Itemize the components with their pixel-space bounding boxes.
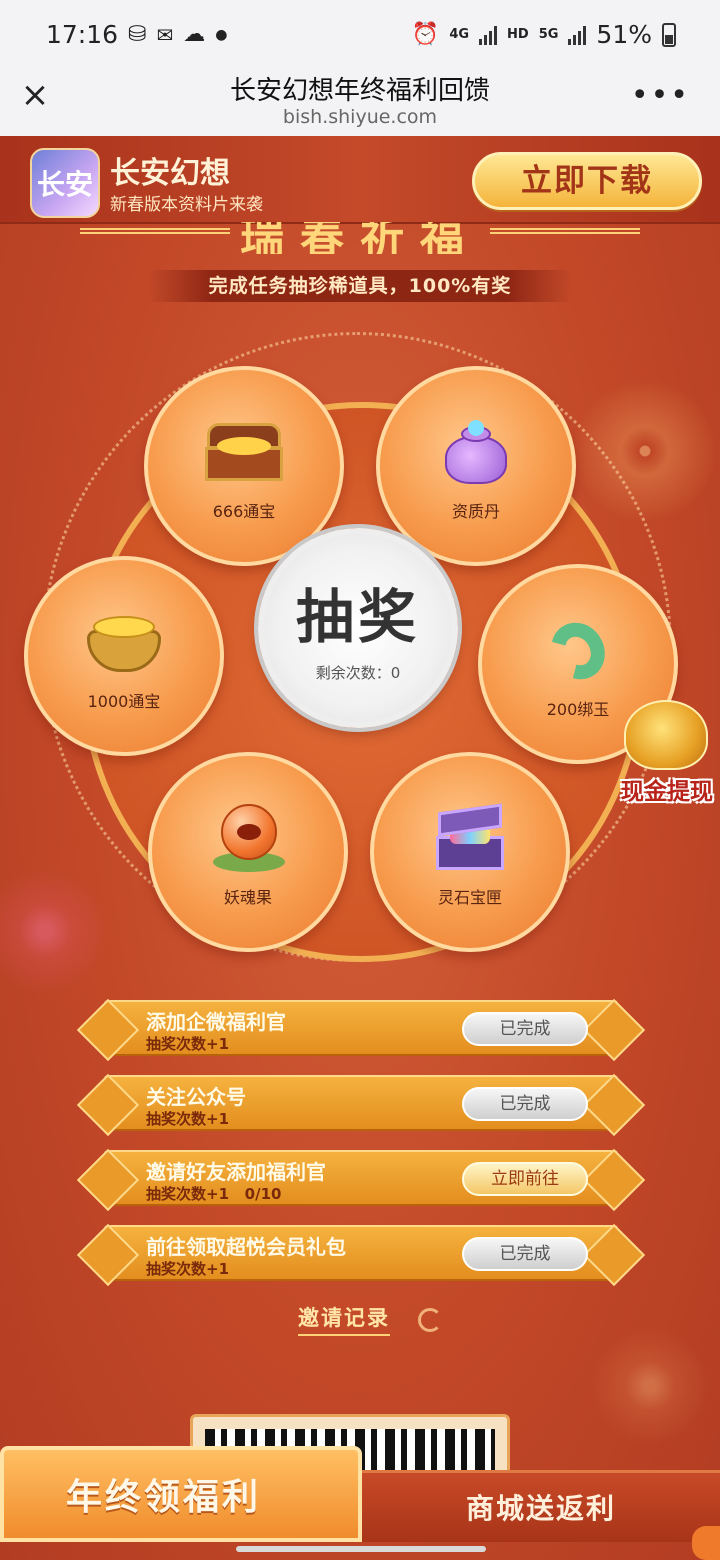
gold-pot-icon: [81, 608, 167, 678]
task-reward: 抽奖次数+1: [146, 1260, 230, 1278]
floating-badge-icon[interactable]: [692, 1526, 720, 1560]
treasure-chest-icon: [201, 418, 287, 488]
task-row: 邀请好友添加福利官 抽奖次数+1 0/10 立即前往: [104, 1150, 618, 1206]
tab-mall-rebate[interactable]: 商城送返利: [362, 1470, 720, 1542]
draw-label: 抽奖: [295, 583, 420, 651]
task-row: 关注公众号 抽奖次数+1 已完成: [104, 1075, 618, 1131]
task-go-button[interactable]: 立即前往: [462, 1162, 588, 1196]
task-title: 邀请好友添加福利官: [146, 1160, 326, 1184]
browser-title-bar: × 长安幻想年终福利回馈 bish.shiyue.com •••: [0, 70, 720, 136]
task-title: 添加企微福利官: [146, 1010, 286, 1034]
prize-label: 妖魂果: [223, 888, 272, 907]
status-left: 17:16 ⛁ ✉ ☁ ●: [46, 20, 227, 49]
money-bag-icon: [624, 700, 708, 770]
task-title: 关注公众号: [146, 1085, 246, 1109]
cloud-icon: ☁: [183, 22, 206, 47]
task-completed-button[interactable]: 已完成: [462, 1087, 588, 1121]
prize-label: 666通宝: [212, 502, 276, 521]
close-icon[interactable]: ×: [20, 78, 50, 112]
cash-withdraw-label: 现金提现: [621, 778, 713, 805]
home-indicator[interactable]: [236, 1546, 486, 1552]
event-header-text: 瑞春祈福: [240, 222, 480, 254]
spirit-fruit-icon: [205, 804, 291, 874]
prize-label: 灵石宝匣: [437, 888, 502, 907]
refresh-icon[interactable]: [418, 1308, 442, 1332]
pill-bag-icon: [433, 418, 519, 488]
tab-year-end-benefits[interactable]: 年终领福利: [0, 1446, 362, 1542]
task-list: 添加企微福利官 抽奖次数+1 已完成 关注公众号 抽奖次数+1 已完成 邀请好友…: [104, 1000, 618, 1300]
signal-5g-icon: [568, 25, 587, 45]
network-5g-label: 5G: [538, 27, 559, 42]
prize-lingshi-baoxia[interactable]: 灵石宝匣: [370, 752, 570, 952]
download-button[interactable]: 立即下载: [472, 152, 702, 210]
prize-1000-tongbao[interactable]: 1000通宝: [24, 556, 224, 756]
app-name: 长安幻想: [110, 156, 230, 191]
app-icon: 长安: [30, 148, 100, 218]
jade-icon: [535, 612, 621, 690]
battery-percent: 51%: [596, 20, 652, 49]
clock: 17:16: [46, 20, 119, 49]
task-row: 前往领取超悦会员礼包 抽奖次数+1 已完成: [104, 1225, 618, 1281]
prize-label: 1000通宝: [87, 692, 161, 711]
app-download-banner: 长安 长安幻想 新春版本资料片来袭 立即下载: [0, 136, 720, 224]
remaining-draws: 剩余次数：0: [315, 664, 401, 682]
task-completed-button[interactable]: 已完成: [462, 1012, 588, 1046]
status-right: ⏰ 4G HD 5G 51%: [412, 20, 676, 49]
app-subtitle: 新春版本资料片来袭: [110, 195, 263, 215]
notification-icon: ✉: [156, 22, 174, 47]
battery-icon: [662, 22, 676, 47]
tab-label: 商城送返利: [466, 1492, 617, 1525]
prize-666-tongbao[interactable]: 666通宝: [144, 366, 344, 566]
status-bar: 17:16 ⛁ ✉ ☁ ● ⏰ 4G HD 5G 51%: [0, 0, 720, 70]
task-reward: 抽奖次数+1 0/10: [146, 1185, 282, 1203]
header-ornament-right: [490, 228, 640, 234]
draw-button[interactable]: 抽奖 剩余次数：0: [258, 528, 458, 728]
task-completed-button[interactable]: 已完成: [462, 1237, 588, 1271]
alarm-icon: ⏰: [411, 22, 440, 47]
event-header: 瑞春祈福: [0, 222, 720, 254]
event-subtitle: 完成任务抽珍稀道具，100%有奖: [148, 270, 572, 302]
more-options-icon[interactable]: •••: [631, 78, 690, 113]
gem-box-icon: [427, 803, 513, 874]
dot-icon: ●: [215, 26, 228, 43]
task-row: 添加企微福利官 抽奖次数+1 已完成: [104, 1000, 618, 1056]
wechat-icon: ⛁: [128, 22, 147, 47]
prize-yaohunguo[interactable]: 妖魂果: [148, 752, 348, 952]
signal-4g-icon: [479, 25, 498, 45]
prize-zizhidan[interactable]: 资质丹: [376, 366, 576, 566]
hd-label: HD: [507, 27, 529, 42]
task-reward: 抽奖次数+1: [146, 1110, 230, 1128]
tab-label: 年终领福利: [66, 1476, 262, 1518]
page-title: 长安幻想年终福利回馈: [229, 76, 490, 106]
task-title: 前往领取超悦会员礼包: [146, 1235, 346, 1259]
web-content: 长安 长安幻想 新春版本资料片来袭 立即下载 瑞春祈福 完成任务抽珍稀道具，10…: [0, 136, 720, 1560]
lottery-wheel: 666通宝 资质丹 200绑玉 灵石宝匣 妖魂果 1000通宝 抽奖 剩余次数：…: [0, 332, 720, 972]
firework-decoration: [580, 1316, 720, 1456]
invite-record-link[interactable]: 邀请记录: [298, 1302, 390, 1336]
cash-withdraw-widget[interactable]: 现金提现: [610, 692, 720, 820]
prize-label: 资质丹: [451, 502, 500, 521]
header-ornament-left: [80, 228, 230, 234]
task-reward: 抽奖次数+1: [146, 1035, 230, 1053]
page-url: bish.shiyue.com: [282, 106, 438, 128]
network-4g-label: 4G: [449, 27, 470, 42]
